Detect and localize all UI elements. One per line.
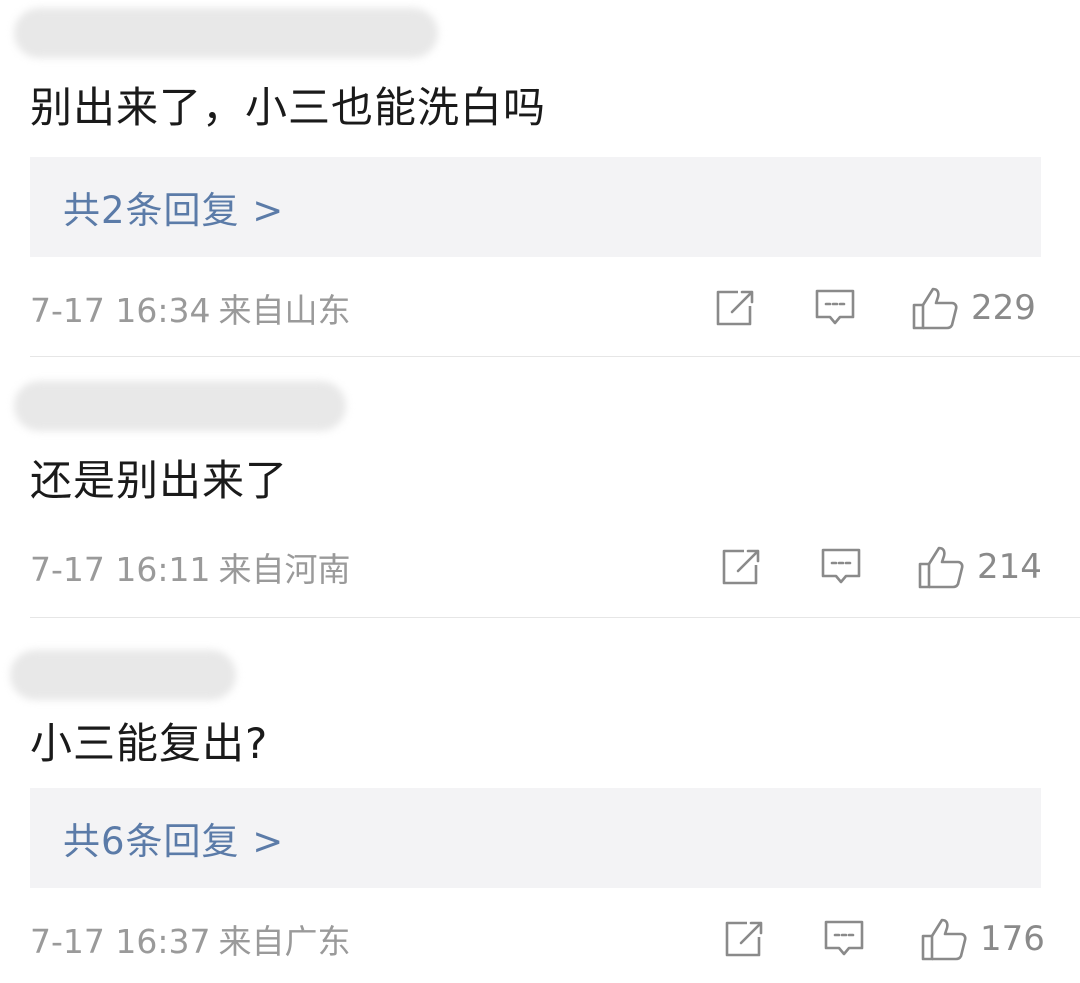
replies-box[interactable]: 共6条回复 >: [30, 788, 1041, 888]
like-button[interactable]: 214: [917, 544, 1042, 590]
username-blurred: [14, 381, 346, 431]
comment-location: 来自广东: [218, 922, 351, 961]
share-button[interactable]: [720, 547, 762, 587]
share-icon: [716, 290, 754, 326]
comment-location: 来自河南: [218, 550, 351, 589]
comment-meta: 7-17 16:37 来自广东: [30, 915, 351, 963]
comment-time: 7-17 16:37: [30, 922, 211, 961]
like-count: 176: [980, 919, 1045, 959]
like-button[interactable]: 176: [920, 916, 1045, 962]
username-blurred: [14, 8, 438, 58]
comment-item: 小三能复出? 共6条回复 > 7-17 16:37 来自广东 176: [0, 618, 1080, 983]
comment-meta-row: 7-17 16:37 来自广东 176: [30, 911, 1045, 967]
reply-button[interactable]: [814, 287, 856, 329]
comment-icon: [824, 920, 864, 956]
thumbs-up-icon: [912, 287, 958, 330]
comment-text: 还是别出来了: [30, 456, 289, 505]
comment-icon: [821, 548, 861, 584]
share-button[interactable]: [723, 919, 765, 959]
comment-location: 来自山东: [218, 291, 351, 330]
view-replies-link[interactable]: 共6条回复 >: [63, 811, 284, 865]
share-button[interactable]: [714, 288, 756, 328]
comment-item: 还是别出来了 7-17 16:11 来自河南 214: [0, 357, 1080, 617]
like-button[interactable]: 229: [911, 285, 1036, 331]
comment-meta: 7-17 16:11 来自河南: [30, 543, 351, 591]
comment-meta-row: 7-17 16:11 来自河南 214: [30, 539, 1042, 595]
comment-meta: 7-17 16:34 来自山东: [30, 284, 351, 332]
comment-item: 别出来了，小三也能洗白吗 共2条回复 > 7-17 16:34 来自山东 229: [0, 0, 1080, 356]
comment-text: 小三能复出?: [30, 719, 269, 768]
username-blurred: [10, 650, 236, 700]
comment-time: 7-17 16:34: [30, 291, 211, 330]
view-replies-link[interactable]: 共2条回复 >: [63, 180, 284, 234]
share-icon: [725, 921, 763, 957]
thumbs-up-icon: [921, 918, 967, 961]
like-count: 229: [971, 288, 1036, 328]
like-count: 214: [977, 547, 1042, 587]
comment-icon: [815, 289, 855, 325]
thumbs-up-icon: [918, 546, 964, 589]
comment-time: 7-17 16:11: [30, 550, 211, 589]
comment-meta-row: 7-17 16:34 来自山东 229: [30, 280, 1040, 336]
reply-button[interactable]: [823, 918, 865, 960]
comment-text: 别出来了，小三也能洗白吗: [30, 83, 547, 132]
replies-box[interactable]: 共2条回复 >: [30, 157, 1041, 257]
share-icon: [722, 549, 760, 585]
reply-button[interactable]: [820, 546, 862, 588]
